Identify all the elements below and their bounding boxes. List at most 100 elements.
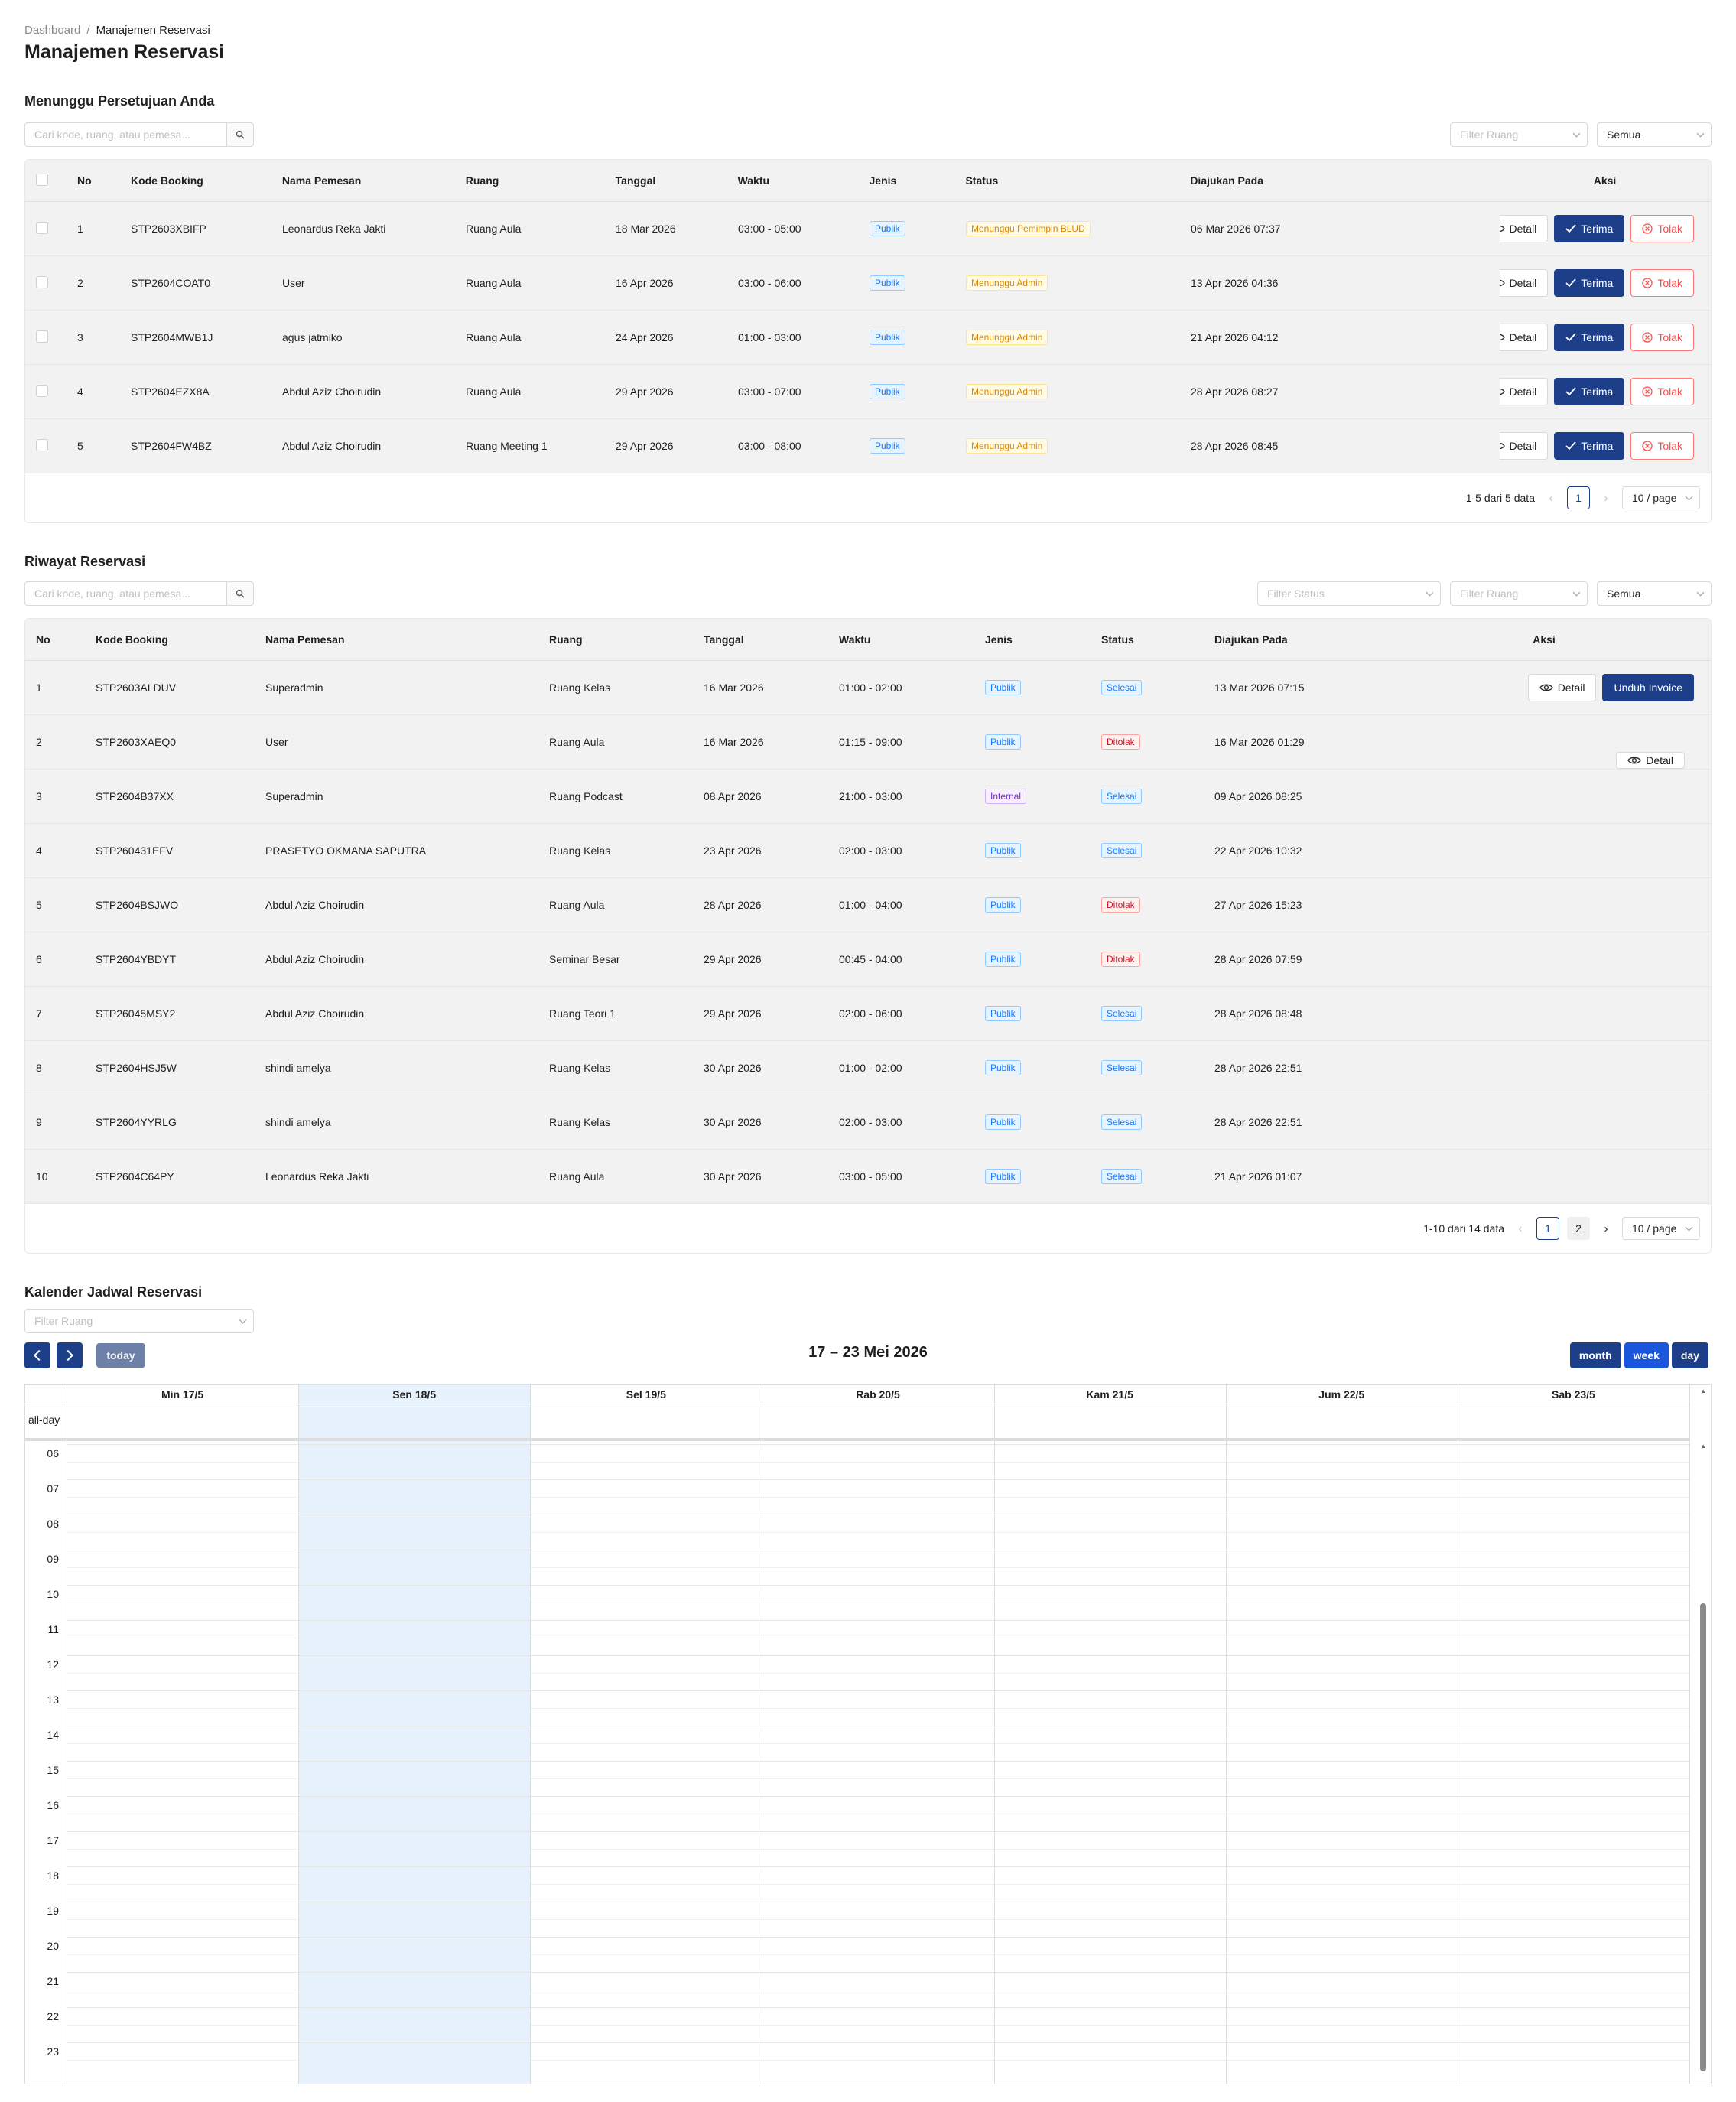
cell-status: Menunggu Admin <box>955 275 1180 291</box>
hour-label: 11 <box>47 1623 59 1635</box>
pager-next-icon[interactable]: › <box>1598 492 1614 505</box>
accept-button[interactable]: Terima <box>1554 432 1625 460</box>
detail-button[interactable]: Detail <box>1527 674 1597 701</box>
type-badge: Publik <box>985 952 1021 967</box>
table-row: 10 STP2604C64PY Leonardus Reka Jakti Ruang … <box>25 1150 1711 1204</box>
row-actions: Detail Unduh Invoice <box>1377 674 1711 701</box>
pending-search-input[interactable]: Cari kode, ruang, atau pemesa... <box>24 122 226 147</box>
status-badge: Ditolak <box>1101 952 1140 967</box>
select-all-checkbox[interactable] <box>36 173 48 186</box>
cell-time: 03:00 - 07:00 <box>738 386 801 398</box>
cell-type: Publik <box>974 1169 1091 1184</box>
half-hour-gridline <box>67 1884 1689 1885</box>
history-page-1[interactable]: 1 <box>1536 1217 1559 1240</box>
hour-label: 21 <box>47 1975 59 1987</box>
cell-submitted: 22 Apr 2026 10:32 <box>1214 844 1302 857</box>
reject-button[interactable]: Tolak <box>1630 324 1694 351</box>
pager-next-icon[interactable]: › <box>1598 1222 1614 1235</box>
row-checkbox[interactable] <box>36 330 48 343</box>
cell-status: Selesai <box>1091 680 1204 695</box>
calendar-section: Kalender Jadwal Reservasi Filter Ruang t… <box>24 1284 1712 2084</box>
history-section-title: Riwayat Reservasi <box>24 554 146 569</box>
detail-button-label: Detail <box>1509 440 1537 452</box>
history-filter-room[interactable]: Filter Ruang <box>1450 581 1588 606</box>
reject-button[interactable]: Tolak <box>1630 269 1694 297</box>
detail-button[interactable]: Detail <box>1616 752 1685 769</box>
detail-button[interactable]: Detail <box>1500 432 1549 460</box>
history-filter-status[interactable]: Filter Status <box>1257 581 1441 606</box>
calendar-filter-room[interactable]: Filter Ruang <box>24 1309 254 1333</box>
accept-button[interactable]: Terima <box>1554 215 1625 242</box>
detail-button[interactable]: Detail <box>1500 215 1549 242</box>
detail-button[interactable]: Detail <box>1500 269 1549 297</box>
accept-button[interactable]: Terima <box>1554 324 1625 351</box>
history-col-header: No <box>36 633 50 646</box>
reject-button[interactable]: Tolak <box>1630 215 1694 242</box>
history-table-header: No Kode Booking Nama Pemesan Ruang Tanggal Wa… <box>25 619 1711 661</box>
pending-filter-room[interactable]: Filter Ruang <box>1450 122 1588 147</box>
pending-search-button[interactable] <box>226 122 254 147</box>
table-row: 5 STP2604BSJWO Abdul Aziz Choirudin Ruang A… <box>25 878 1711 932</box>
history-filter-all[interactable]: Semua <box>1597 581 1712 606</box>
pending-page-size[interactable]: 10 / page <box>1622 486 1700 509</box>
cell-no: 1 <box>36 682 42 694</box>
hour-label: 07 <box>47 1482 59 1495</box>
history-page-size-value: 10 / page <box>1632 1222 1677 1235</box>
day-header: Kam 21/5 <box>993 1385 1226 1404</box>
scroll-up-arrow-icon[interactable]: ▲ <box>1700 1388 1706 1394</box>
history-search-button[interactable] <box>226 581 254 606</box>
pending-table-grid: No Kode Booking Nama Pemesan Ruang Tanggal Wa… <box>25 160 1711 473</box>
detail-button-label: Detail <box>1557 682 1585 694</box>
calendar-scrollbar[interactable] <box>1700 1603 1706 2071</box>
cell-no: 4 <box>77 386 83 398</box>
detail-button[interactable]: Detail <box>1500 378 1549 405</box>
cell-room: Ruang Kelas <box>549 682 611 694</box>
pending-filter-all[interactable]: Semua <box>1597 122 1712 147</box>
cell-room: Ruang Teori 1 <box>549 1007 616 1020</box>
hour-label: 23 <box>47 2045 59 2058</box>
today-column-highlight <box>298 1385 531 2084</box>
hour-label: 09 <box>47 1553 59 1565</box>
view-day-button[interactable]: day <box>1671 1342 1708 1368</box>
history-pagination: 1-10 dari 14 data ‹ 1 2 › 10 / page <box>25 1204 1711 1253</box>
reject-button[interactable]: Tolak <box>1630 378 1694 405</box>
history-page-size[interactable]: 10 / page <box>1622 1217 1700 1240</box>
breadcrumb-home-link[interactable]: Dashboard <box>24 24 80 37</box>
row-actions: Detail Terima Tolak <box>1500 269 1711 297</box>
status-badge: Selesai <box>1101 789 1143 804</box>
cell-time: 00:45 - 04:00 <box>839 953 902 965</box>
reject-button-label: Tolak <box>1657 440 1682 452</box>
table-row: 8 STP2604HSJ5W shindi amelya Ruang Kelas 30 … <box>25 1041 1711 1095</box>
cell-submitted: 13 Mar 2026 07:15 <box>1214 682 1305 694</box>
cell-type: Publik <box>974 680 1091 695</box>
view-month-button[interactable]: month <box>1569 1342 1621 1368</box>
download-invoice-button[interactable]: Unduh Invoice <box>1602 674 1694 701</box>
cell-code: STP2604FW4BZ <box>131 440 212 452</box>
type-badge: Publik <box>870 438 905 454</box>
reject-button[interactable]: Tolak <box>1630 432 1694 460</box>
scroll-up-arrow-icon[interactable]: ▲ <box>1700 1443 1706 1450</box>
row-checkbox[interactable] <box>36 384 48 397</box>
accept-button[interactable]: Terima <box>1554 269 1625 297</box>
history-search-input[interactable]: Cari kode, ruang, atau pemesa... <box>24 581 226 606</box>
history-col-header: Ruang <box>549 633 583 646</box>
accept-button[interactable]: Terima <box>1554 378 1625 405</box>
search-icon <box>236 130 245 139</box>
type-badge: Publik <box>870 330 905 345</box>
cell-status: Ditolak <box>1091 952 1204 967</box>
pager-prev-icon[interactable]: ‹ <box>1543 492 1559 505</box>
pending-page-1[interactable]: 1 <box>1567 486 1590 509</box>
cell-status: Selesai <box>1091 1169 1204 1184</box>
pager-prev-icon[interactable]: ‹ <box>1512 1222 1529 1235</box>
type-badge: Internal <box>985 789 1027 804</box>
history-search: Cari kode, ruang, atau pemesa... <box>24 581 254 606</box>
view-week-button[interactable]: week <box>1624 1342 1669 1368</box>
pending-col-header: No <box>76 174 92 187</box>
row-checkbox[interactable] <box>36 275 48 288</box>
history-page-2[interactable]: 2 <box>1567 1217 1590 1240</box>
row-checkbox[interactable] <box>36 438 48 451</box>
hour-gridline <box>67 1620 1689 1621</box>
status-badge: Menunggu Admin <box>966 438 1048 454</box>
row-checkbox[interactable] <box>36 221 48 234</box>
detail-button[interactable]: Detail <box>1500 324 1549 351</box>
